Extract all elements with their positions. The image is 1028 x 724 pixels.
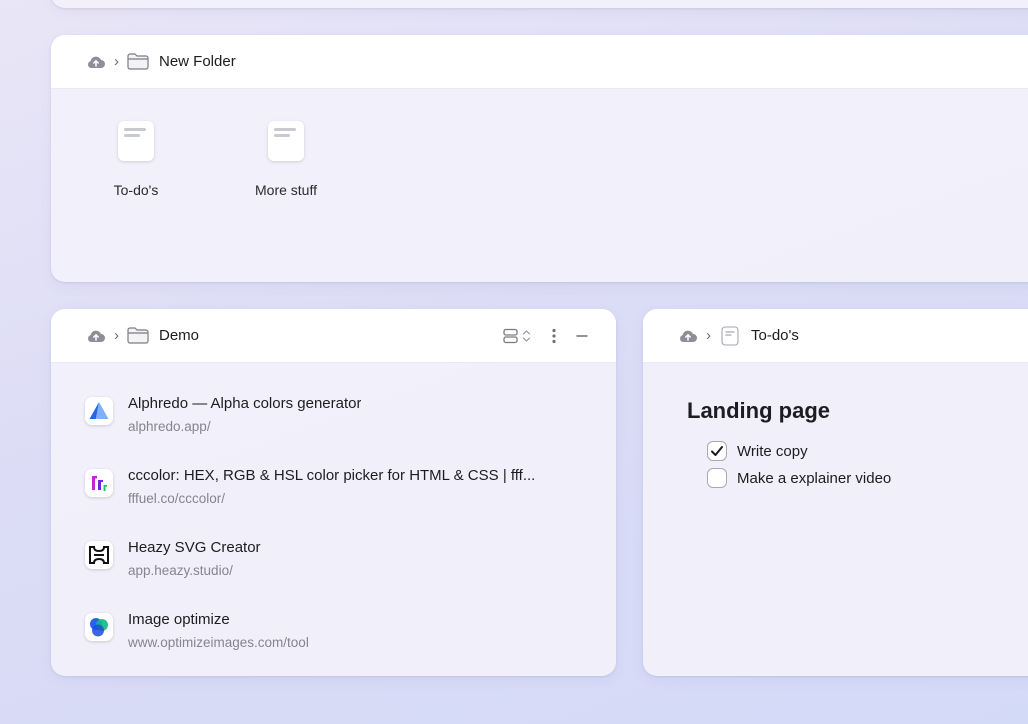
folder-icon — [127, 327, 149, 344]
alphredo-logo-icon — [85, 397, 113, 425]
link-title: Alphredo — Alpha colors generator — [128, 395, 362, 412]
cccolor-logo-icon — [85, 469, 113, 497]
panel-new-folder: › New Folder To-do's More stuff — [51, 35, 1028, 282]
checkbox[interactable] — [707, 468, 727, 488]
chevron-right-icon: › — [706, 327, 711, 344]
panel-header: › New Folder — [51, 35, 1028, 89]
file-name: To-do's — [113, 182, 159, 198]
minimize-icon[interactable] — [575, 334, 589, 338]
panel-header: › Demo — [51, 309, 616, 363]
breadcrumb-title[interactable]: To-do's — [751, 327, 799, 344]
document-icon — [118, 121, 154, 161]
cloud-icon[interactable] — [86, 55, 106, 69]
link-url: alphredo.app/ — [128, 419, 211, 434]
file-item[interactable]: To-do's — [81, 121, 191, 198]
link-url: www.optimizeimages.com/tool — [128, 635, 309, 650]
panel-header: › To-do's — [643, 309, 1028, 363]
list-item[interactable]: Heazy SVG Creator app.heazy.studio/ — [85, 533, 585, 583]
list-item[interactable]: Image optimize www.optimizeimages.com/to… — [85, 605, 585, 655]
link-title: Image optimize — [128, 611, 230, 628]
file-item[interactable]: More stuff — [231, 121, 341, 198]
todo-item: Write copy — [707, 439, 808, 463]
link-title: Heazy SVG Creator — [128, 539, 261, 556]
chevron-right-icon: › — [114, 327, 119, 344]
cloud-icon[interactable] — [678, 329, 698, 343]
list-item[interactable]: cccolor: HEX, RGB & HSL color picker for… — [85, 461, 585, 511]
file-name: More stuff — [255, 182, 317, 198]
document-icon — [721, 326, 739, 346]
todo-item: Make a explainer video — [707, 466, 891, 490]
panel-demo: › Demo Alphredo — Alpha colors generator… — [51, 309, 616, 676]
view-toggle-icon[interactable] — [503, 328, 533, 344]
checkbox[interactable] — [707, 441, 727, 461]
heazy-logo-icon — [85, 541, 113, 569]
todo-label: Write copy — [737, 442, 808, 460]
breadcrumb-title[interactable]: New Folder — [159, 53, 236, 70]
link-url: app.heazy.studio/ — [128, 563, 233, 578]
image-optimize-logo-icon — [85, 613, 113, 641]
panel-actions — [503, 309, 589, 362]
folder-icon — [127, 53, 149, 70]
panel-todos: › To-do's Landing page Write copy Make a… — [643, 309, 1028, 676]
list-item[interactable]: Alphredo — Alpha colors generator alphre… — [85, 389, 585, 439]
breadcrumb-title[interactable]: Demo — [159, 327, 199, 344]
note-heading: Landing page — [687, 398, 830, 423]
document-icon — [268, 121, 304, 161]
chevron-right-icon: › — [114, 53, 119, 70]
link-url: fffuel.co/cccolor/ — [128, 491, 226, 506]
todo-label: Make a explainer video — [737, 469, 892, 487]
more-vertical-icon[interactable] — [551, 328, 557, 344]
cloud-icon[interactable] — [86, 329, 106, 343]
panel-top-partial — [51, 0, 1028, 8]
link-title: cccolor: HEX, RGB & HSL color picker for… — [128, 467, 536, 484]
